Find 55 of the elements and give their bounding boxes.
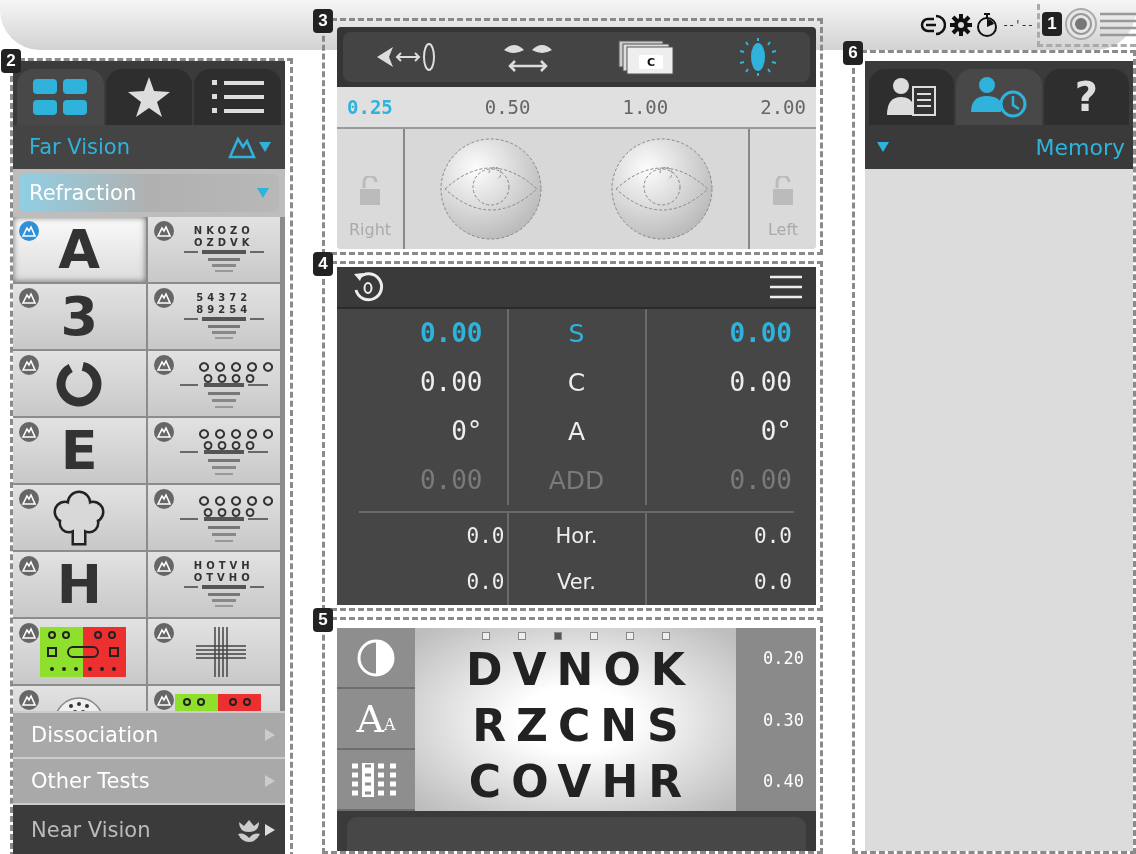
tab[interactable]: ? <box>1043 69 1129 125</box>
chart-glyph: H <box>56 557 102 612</box>
left-eye-value[interactable]: 0.0 <box>646 559 794 605</box>
right-eye-value[interactable]: 0.00 <box>337 309 507 358</box>
chart-glyph: E <box>60 423 98 478</box>
font-size-button[interactable]: AA <box>337 689 415 750</box>
chart-tile[interactable]: H <box>13 552 146 617</box>
section-button[interactable]: Dissociation <box>13 711 285 757</box>
chart-line: OZDVK <box>193 236 254 249</box>
category-label: Far Vision <box>29 135 130 159</box>
left-eye-value[interactable]: 0.00 <box>646 309 816 358</box>
chart-line: 89254 <box>196 303 252 316</box>
section-button[interactable]: Other Tests <box>13 757 285 803</box>
memory-dropdown[interactable]: Memory <box>865 125 1133 169</box>
callout-number: 1 <box>1042 11 1062 36</box>
chart-tile[interactable]: 54372 89254 <box>147 284 280 349</box>
callout-number: 6 <box>843 41 863 65</box>
timer-text: --'-- <box>1001 18 1033 32</box>
callout-number: 5 <box>313 608 333 632</box>
right-eye-value[interactable]: 0.0 <box>359 513 507 559</box>
callout-number: 3 <box>313 9 333 33</box>
right-eye-value[interactable]: 0° <box>337 407 507 456</box>
left-eye-value[interactable]: 0.0 <box>646 513 794 559</box>
row-label: A <box>506 407 647 456</box>
row-label: Hor. <box>506 513 647 559</box>
step-option[interactable]: 0.50 <box>484 96 531 118</box>
right-eye-value[interactable]: 0.0 <box>359 559 507 605</box>
row-label: Ver. <box>506 559 647 605</box>
chart-glyph: 3 <box>60 289 99 344</box>
row-label: S <box>506 309 647 358</box>
step-option[interactable]: 1.00 <box>622 96 669 118</box>
row-label: C <box>506 358 647 407</box>
chart-tile[interactable]: HOTVH OTVHO <box>147 552 280 617</box>
chart-tile[interactable]: E <box>13 418 146 483</box>
chart-line: NKOZO <box>193 224 254 237</box>
chart-glyph: A <box>58 222 101 277</box>
dropdown-label: Memory <box>1035 134 1125 160</box>
callout-number: 4 <box>313 252 333 276</box>
left-eye-value[interactable]: 0° <box>646 407 816 456</box>
left-eye-value[interactable]: 0.00 <box>646 358 816 407</box>
chart-tile[interactable]: A <box>13 217 146 282</box>
chart-letters: COVHR <box>468 755 693 809</box>
step-option[interactable]: 2.00 <box>760 96 806 118</box>
section-button[interactable]: Near Vision <box>13 803 285 854</box>
chart-letters: DVNOK <box>466 643 695 697</box>
right-eye-value[interactable]: 0.00 <box>337 358 507 407</box>
chart-line: OTVHO <box>193 571 254 584</box>
chart-line: HOTVH <box>193 559 254 572</box>
tool-button[interactable]: C <box>609 35 684 79</box>
chart-tile[interactable]: 3 <box>13 284 146 349</box>
chart-letters: RZCNS <box>472 699 689 753</box>
chart-tile[interactable]: NKOZO OZDVK <box>147 217 280 282</box>
callout-number: 2 <box>1 49 21 73</box>
chart-line: 54372 <box>196 291 252 304</box>
category-dropdown[interactable]: Far Vision <box>13 125 285 169</box>
